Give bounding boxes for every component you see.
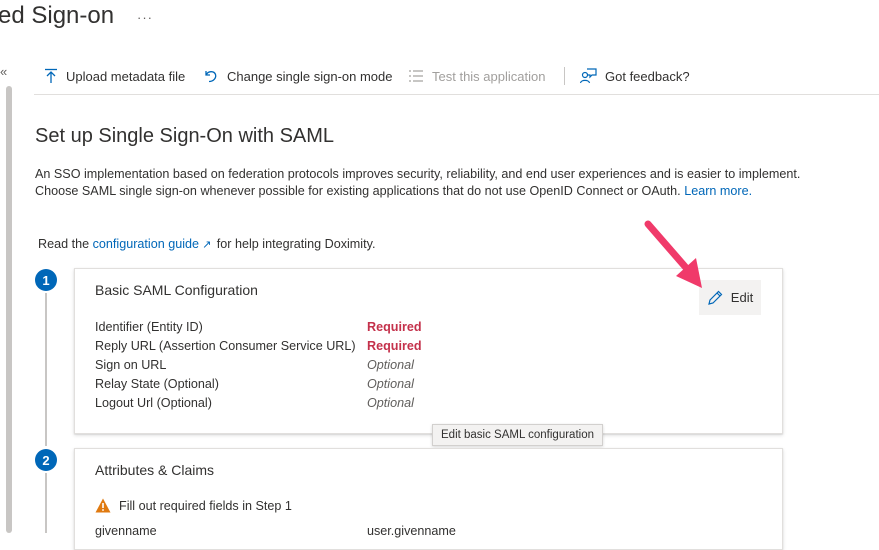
field-value: Optional <box>367 396 414 410</box>
step-connector <box>45 293 47 446</box>
test-application-label: Test this application <box>432 68 546 84</box>
card-title: Attributes & Claims <box>95 462 215 478</box>
feedback-button[interactable]: Got feedback? <box>579 66 690 86</box>
guide-prefix: Read the <box>38 237 90 251</box>
field-label: Relay State (Optional) <box>95 377 219 391</box>
external-link-icon: ↗ <box>202 239 212 251</box>
field-label: givenname <box>95 524 157 538</box>
pointer-arrow-icon <box>644 220 702 288</box>
field-label: Identifier (Entity ID) <box>95 320 203 334</box>
change-sso-mode-label: Change single sign-on mode <box>227 68 393 84</box>
guide-suffix: for help integrating Doximity. <box>216 237 376 251</box>
collapse-sidebar-icon[interactable]: « <box>0 64 7 79</box>
command-bar: Upload metadata file Change single sign-… <box>34 60 879 95</box>
step-2-badge: 2 <box>35 449 57 471</box>
field-label: Logout Url (Optional) <box>95 396 212 410</box>
warning-message: Fill out required fields in Step 1 <box>95 498 292 513</box>
change-sso-mode-button[interactable]: Change single sign-on mode <box>203 66 393 86</box>
feedback-label: Got feedback? <box>605 68 690 84</box>
step-connector <box>45 473 47 533</box>
undo-icon <box>205 71 217 83</box>
toolbar-divider <box>564 67 565 85</box>
upload-icon <box>45 68 57 83</box>
field-value: Required <box>367 320 422 334</box>
guide-line: Read the configuration guide ↗ for help i… <box>38 237 375 251</box>
card-title: Basic SAML Configuration <box>95 282 258 298</box>
field-value: Optional <box>367 358 414 372</box>
field-value: Required <box>367 339 422 353</box>
scrollbar[interactable] <box>6 86 12 533</box>
more-options-icon[interactable]: ··· <box>137 10 153 25</box>
warning-icon <box>95 498 111 513</box>
field-label: Reply URL (Assertion Consumer Service UR… <box>95 339 356 353</box>
edit-tooltip: Edit basic SAML configuration <box>432 424 603 446</box>
section-title: Set up Single Sign-On with SAML <box>35 125 335 147</box>
learn-more-link[interactable]: Learn more. <box>684 184 752 198</box>
upload-metadata-button[interactable]: Upload metadata file <box>44 66 185 86</box>
attributes-claims-card: Attributes & Claims Fill out required fi… <box>74 448 783 550</box>
configuration-guide-link[interactable]: configuration guide <box>93 237 199 251</box>
field-value: Optional <box>367 377 414 391</box>
step-1-badge: 1 <box>35 269 57 291</box>
feedback-icon <box>579 68 597 84</box>
list-icon <box>409 70 423 82</box>
edit-label: Edit <box>730 290 754 305</box>
description: An SSO implementation based on federatio… <box>35 166 815 200</box>
upload-metadata-label: Upload metadata file <box>66 68 186 84</box>
test-application-button[interactable]: Test this application <box>408 66 545 86</box>
warning-text: Fill out required fields in Step 1 <box>119 498 292 513</box>
page-title: ed Sign-on <box>0 2 115 29</box>
field-label: Sign on URL <box>95 358 167 372</box>
field-value: user.givenname <box>367 524 456 538</box>
